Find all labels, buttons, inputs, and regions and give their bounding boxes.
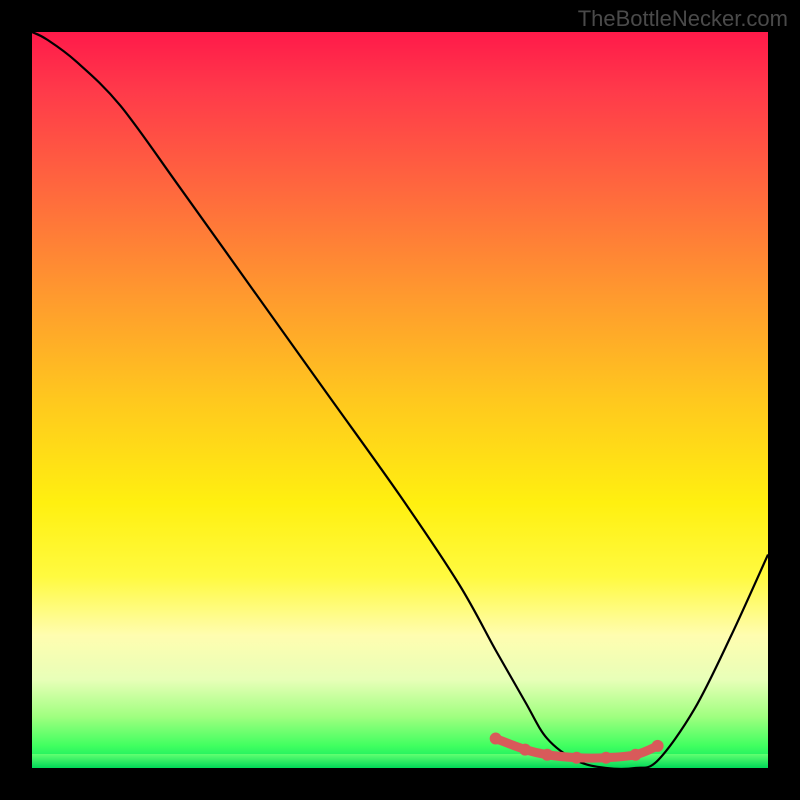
- marker-dot: [652, 740, 664, 752]
- marker-dot: [519, 744, 531, 756]
- marker-dot: [571, 752, 583, 764]
- chart-svg: [32, 32, 768, 768]
- marker-dot: [600, 752, 612, 764]
- marker-dot: [541, 749, 553, 761]
- marker-dot: [630, 749, 642, 761]
- marker-dot: [490, 733, 502, 745]
- bottleneck-curve-line: [32, 32, 768, 768]
- plot-area: [32, 32, 768, 768]
- watermark-text: TheBottleNecker.com: [578, 6, 788, 32]
